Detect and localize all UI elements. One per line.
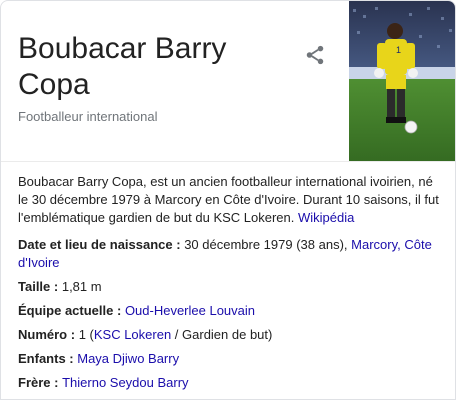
fact-separator: : [50,375,63,390]
fact-number: Numéro : 1 (KSC Lokeren / Gardien de but… [18,326,446,344]
fact-height: Taille : 1,81 m [18,278,446,296]
entity-title: Boubacar Barry Copa [18,32,227,101]
fact-number-value: 1 ( [78,327,94,342]
fact-children: Enfants : Maya Djiwo Barry [18,350,446,368]
brother-link[interactable]: Thierno Seydou Barry [62,375,188,390]
fact-birth-label: Date et lieu de naissance [18,237,173,252]
fact-separator: : [50,279,62,294]
fact-height-label: Taille [18,279,51,294]
fact-separator: : [172,237,185,252]
fact-team-label: Équipe actuelle [18,303,114,318]
share-icon[interactable] [304,44,326,66]
fact-team: Équipe actuelle : Oud-Heverlee Louvain [18,302,446,320]
fact-separator: : [65,351,78,366]
fact-height-value: 1,81 m [61,279,102,294]
entity-description: Boubacar Barry Copa, est un ancien footb… [18,173,446,227]
fact-number-label: Numéro [18,327,68,342]
description-text: Boubacar Barry Copa, est un ancien footb… [18,174,439,225]
panel-header: Boubacar Barry Copa Footballeur internat… [1,1,455,162]
fact-number-position: / Gardien de but) [171,327,273,342]
fact-separator: : [67,327,79,342]
wikipedia-link[interactable]: Wikipédia [298,210,354,225]
club-link[interactable]: KSC Lokeren [94,327,171,342]
fact-brother-label: Frère [18,375,51,390]
child-link[interactable]: Maya Djiwo Barry [77,351,179,366]
player-photo-image: 1 [349,1,455,161]
knowledge-panel: Boubacar Barry Copa Footballeur internat… [0,0,456,400]
fact-birth-value: 30 décembre 1979 (38 ans), [184,237,348,252]
player-photo[interactable]: 1 [349,1,455,161]
fact-children-label: Enfants [18,351,66,366]
svg-text:1: 1 [396,45,401,55]
entity-subtitle: Footballeur international [18,109,158,124]
panel-body: Boubacar Barry Copa, est un ancien footb… [18,173,446,398]
team-link[interactable]: Oud-Heverlee Louvain [125,303,255,318]
fact-brother: Frère : Thierno Seydou Barry [18,374,446,392]
fact-separator: : [113,303,125,318]
fact-birth: Date et lieu de naissance : 30 décembre … [18,236,446,272]
